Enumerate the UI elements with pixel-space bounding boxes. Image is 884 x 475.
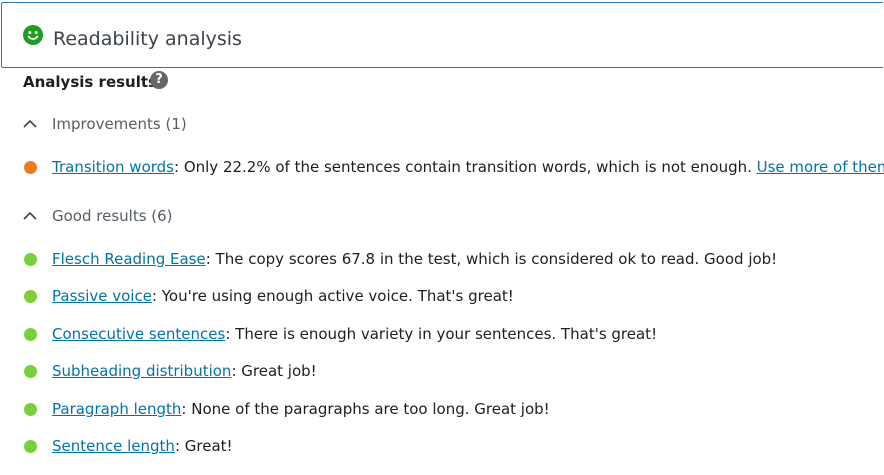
- item-text: Consecutive sentences: There is enough v…: [52, 323, 657, 345]
- subheading-distribution-link[interactable]: Subheading distribution: [52, 362, 231, 380]
- transition-words-link[interactable]: Transition words: [52, 158, 174, 176]
- chevron-up-icon: [23, 119, 37, 128]
- item-description: : Great job!: [231, 362, 317, 380]
- item-description: : None of the paragraphs are too long. G…: [181, 400, 550, 418]
- green-bullet-icon: [24, 290, 37, 303]
- item-text: Paragraph length: None of the paragraphs…: [52, 398, 550, 420]
- item-description: : The copy scores 67.8 in the test, whic…: [205, 250, 778, 268]
- good-results-toggle[interactable]: Good results (6): [22, 205, 192, 227]
- list-item: Subheading distribution: Great job!: [22, 360, 342, 382]
- header-title: Readability analysis: [53, 28, 242, 50]
- item-description: : There is enough variety in your senten…: [225, 325, 658, 343]
- item-description: : Only 22.2% of the sentences contain tr…: [174, 158, 757, 176]
- list-item: Sentence length: Great!: [22, 435, 262, 457]
- item-description: : Great!: [174, 437, 233, 455]
- consecutive-sentences-link[interactable]: Consecutive sentences: [52, 325, 225, 343]
- chevron-up-icon: [23, 211, 37, 220]
- improvements-toggle[interactable]: Improvements (1): [22, 113, 192, 135]
- item-text: Flesch Reading Ease: The copy scores 67.…: [52, 248, 777, 270]
- list-item: Flesch Reading Ease: The copy scores 67.…: [22, 248, 782, 270]
- item-text: Subheading distribution: Great job!: [52, 360, 317, 382]
- list-item: Paragraph length: None of the paragraphs…: [22, 398, 562, 420]
- list-item: Consecutive sentences: There is enough v…: [22, 323, 657, 345]
- help-icon[interactable]: ?: [150, 71, 168, 89]
- green-bullet-icon: [24, 440, 37, 453]
- readability-panel: Readability analysis Analysis results ? …: [0, 0, 884, 475]
- readability-analysis-header[interactable]: Readability analysis: [1, 2, 883, 68]
- green-bullet-icon: [24, 328, 37, 341]
- passive-voice-link[interactable]: Passive voice: [52, 287, 152, 305]
- smiley-icon: [23, 25, 43, 45]
- improvements-label: Improvements (1): [52, 115, 187, 133]
- list-item: Transition words: Only 22.2% of the sent…: [22, 156, 884, 178]
- green-bullet-icon: [24, 403, 37, 416]
- list-item: Passive voice: You're using enough activ…: [22, 285, 522, 307]
- orange-bullet-icon: [24, 161, 37, 174]
- item-description: : You're using enough active voice. That…: [151, 287, 514, 305]
- item-text: Passive voice: You're using enough activ…: [52, 285, 514, 307]
- item-text: Sentence length: Great!: [52, 435, 233, 457]
- paragraph-length-link[interactable]: Paragraph length: [52, 400, 181, 418]
- good-results-label: Good results (6): [52, 207, 173, 225]
- analysis-results-title: Analysis results: [23, 73, 157, 91]
- flesch-reading-ease-link[interactable]: Flesch Reading Ease: [52, 250, 206, 268]
- green-bullet-icon: [24, 253, 37, 266]
- use-more-of-them-link[interactable]: Use more of them: [757, 158, 884, 176]
- green-bullet-icon: [24, 365, 37, 378]
- sentence-length-link[interactable]: Sentence length: [52, 437, 175, 455]
- item-text: Transition words: Only 22.2% of the sent…: [52, 156, 884, 178]
